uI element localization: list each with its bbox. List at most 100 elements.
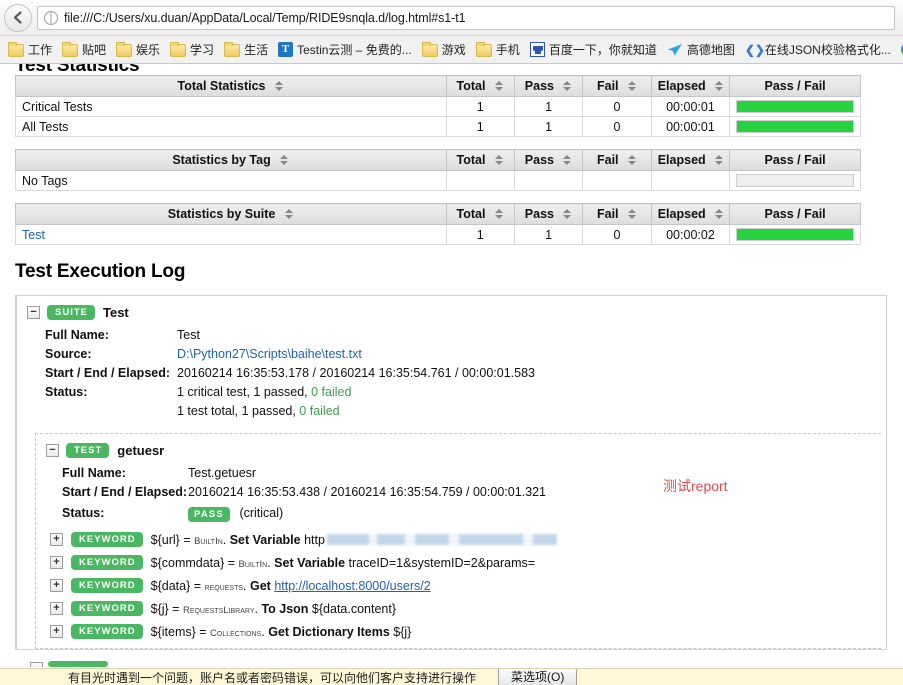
column-header-elapsed[interactable]: Elapsed	[650, 203, 731, 225]
keyword-assignment: ${j} =	[150, 601, 183, 616]
expand-toggle-icon[interactable]: +	[50, 625, 63, 638]
sort-arrow-icon[interactable]	[628, 80, 637, 92]
suite-header-row[interactable]: − SUITE Test	[17, 305, 886, 320]
sort-arrow-icon[interactable]	[715, 154, 724, 166]
column-header-fail[interactable]: Fail	[582, 75, 652, 97]
column-header-elapsed[interactable]: Elapsed	[650, 75, 731, 97]
sort-arrow-icon[interactable]	[563, 80, 572, 92]
sort-arrow-icon[interactable]	[284, 208, 294, 220]
keyword-row[interactable]: + KEYWORD ${j} = RequestsLibrary. To Jso…	[36, 601, 881, 616]
test-badge: TEST	[66, 443, 110, 458]
bookmark-item-json[interactable]: ❮❯ 在线JSON校验格式化...	[741, 39, 895, 60]
expand-toggle-icon[interactable]: +	[50, 533, 63, 546]
column-label: Pass / Fail	[764, 207, 826, 221]
sort-arrow-icon[interactable]	[563, 154, 572, 166]
metadata-row-status: Status: 1 critical test, 1 passed, 0 fai…	[45, 383, 886, 421]
sort-arrow-icon[interactable]	[715, 80, 724, 92]
back-button[interactable]	[4, 3, 32, 32]
column-header-pass[interactable]: Pass	[513, 149, 584, 171]
bookmark-label: 学习	[190, 43, 215, 57]
column-label: Elapsed	[657, 153, 706, 167]
bookmark-item[interactable]: 游戏	[418, 39, 470, 60]
collapse-toggle-icon[interactable]: −	[46, 444, 59, 457]
sort-arrow-icon[interactable]	[628, 208, 637, 220]
bookmark-item-google[interactable]	[897, 39, 903, 60]
suite-link[interactable]: Test	[22, 228, 45, 242]
next-row-expander-icon[interactable]	[30, 662, 43, 667]
bookmark-item-baidu[interactable]: 百度一下，你就知道	[526, 39, 661, 60]
bookmark-item[interactable]: 生活	[220, 39, 272, 60]
info-bar-options-button[interactable]: 菜选项(O)	[498, 669, 578, 685]
bookmark-item[interactable]: 贴吧	[58, 39, 110, 60]
keyword-row[interactable]: + KEYWORD ${items} = Collections. Get Di…	[36, 624, 881, 639]
bookmark-label: 生活	[244, 43, 269, 57]
browser-info-bar: 有目光时遇到一个问题，账户名或者密码错误，可以向他们客户支持进行操作 菜选项(O…	[0, 668, 903, 685]
test-header-row[interactable]: − TEST getuesr	[36, 443, 881, 458]
column-header-total[interactable]: Total	[445, 75, 515, 97]
sort-arrow-icon[interactable]	[715, 208, 724, 220]
bookmark-item-testin[interactable]: T Testin云测 – 免费的...	[274, 39, 416, 60]
table-row: All Tests 1 1 0 00:00:01	[15, 116, 861, 137]
row-name: Test	[15, 224, 447, 245]
column-header-elapsed[interactable]: Elapsed	[650, 149, 731, 171]
keyword-url-link[interactable]: http://localhost:8000/users/2	[274, 579, 430, 593]
keyword-row[interactable]: + KEYWORD ${url} = BuiltIn. Set Variable…	[36, 532, 881, 547]
bookmark-item[interactable]: 学习	[166, 39, 218, 60]
test-name: getuesr	[117, 443, 165, 458]
sort-arrow-icon[interactable]	[275, 80, 284, 92]
address-bar[interactable]: file:///C:/Users/xu.duan/AppData/Local/T…	[37, 5, 895, 30]
metadata-row-start-end: Start / End / Elapsed: 20160214 16:35:53…	[45, 364, 886, 383]
metadata-value: 1 critical test, 1 passed, 0 failed 1 te…	[177, 383, 351, 421]
table-row: Test 1 1 0 00:00:02	[15, 224, 861, 245]
column-label: Total	[456, 79, 486, 93]
keyword-assignment: ${commdata} =	[150, 555, 239, 570]
sort-arrow-icon[interactable]	[563, 208, 572, 220]
bookmark-item[interactable]: 工作	[4, 39, 56, 60]
suite-badge: SUITE	[47, 305, 95, 320]
keyword-badge: KEYWORD	[71, 578, 143, 593]
column-header-name[interactable]: Statistics by Suite	[15, 203, 447, 225]
metadata-value: Test	[177, 328, 200, 342]
table-header-row: Statistics by Tag Total Pass Fail Elapse…	[15, 149, 861, 171]
keyword-text: ${commdata} = BuiltIn. Set Variable trac…	[151, 556, 535, 570]
bookmark-label: 手机	[495, 43, 520, 57]
row-pass	[513, 170, 584, 191]
column-header-name[interactable]: Statistics by Tag	[15, 149, 447, 171]
column-header-total[interactable]: Total	[445, 149, 515, 171]
total-statistics-table: Total Statistics Total Pass Fail Elapsed…	[15, 75, 861, 137]
keyword-library: Collections	[210, 627, 262, 639]
progress-bar-track	[736, 100, 854, 113]
column-header-pass[interactable]: Pass	[513, 203, 584, 225]
keyword-name: Set Variable	[274, 555, 346, 570]
column-header-fail[interactable]: Fail	[582, 149, 652, 171]
sort-arrow-icon[interactable]	[280, 154, 289, 166]
bookmark-item-amap[interactable]: 高德地图	[663, 39, 739, 60]
globe-icon	[44, 10, 58, 25]
row-pass: 1	[513, 116, 584, 137]
expand-toggle-icon[interactable]: +	[50, 556, 63, 569]
progress-bar-pass	[737, 229, 853, 240]
expand-toggle-icon[interactable]: +	[50, 579, 63, 592]
bookmark-item[interactable]: 娱乐	[112, 39, 164, 60]
bookmark-label: 百度一下，你就知道	[548, 43, 657, 57]
column-header-name[interactable]: Total Statistics	[15, 75, 447, 97]
column-header-total[interactable]: Total	[445, 203, 515, 225]
bookmark-item[interactable]: 手机	[472, 39, 524, 60]
keyword-library: RequestsLibrary	[182, 604, 255, 616]
sort-arrow-icon[interactable]	[628, 154, 637, 166]
sort-arrow-icon[interactable]	[494, 80, 504, 92]
column-label: Pass	[524, 153, 554, 167]
keyword-row[interactable]: + KEYWORD ${data} = requests. Get http:/…	[36, 578, 881, 593]
sort-arrow-icon[interactable]	[494, 208, 504, 220]
column-header-fail[interactable]: Fail	[582, 203, 652, 225]
keyword-text: ${j} = RequestsLibrary. To Json ${data.c…	[151, 602, 396, 616]
info-bar-message: 有目光时遇到一个问题，账户名或者密码错误，可以向他们客户支持进行操作	[68, 670, 477, 685]
sort-arrow-icon[interactable]	[494, 154, 504, 166]
page-title-statistics: Test Statistics	[15, 64, 140, 75]
source-file-link[interactable]: D:\Python27\Scripts\baihe\test.txt	[177, 347, 362, 361]
folder-icon	[224, 42, 241, 57]
collapse-toggle-icon[interactable]: −	[27, 306, 40, 319]
column-header-pass[interactable]: Pass	[513, 75, 584, 97]
keyword-row[interactable]: + KEYWORD ${commdata} = BuiltIn. Set Var…	[36, 555, 881, 570]
expand-toggle-icon[interactable]: +	[50, 602, 63, 615]
